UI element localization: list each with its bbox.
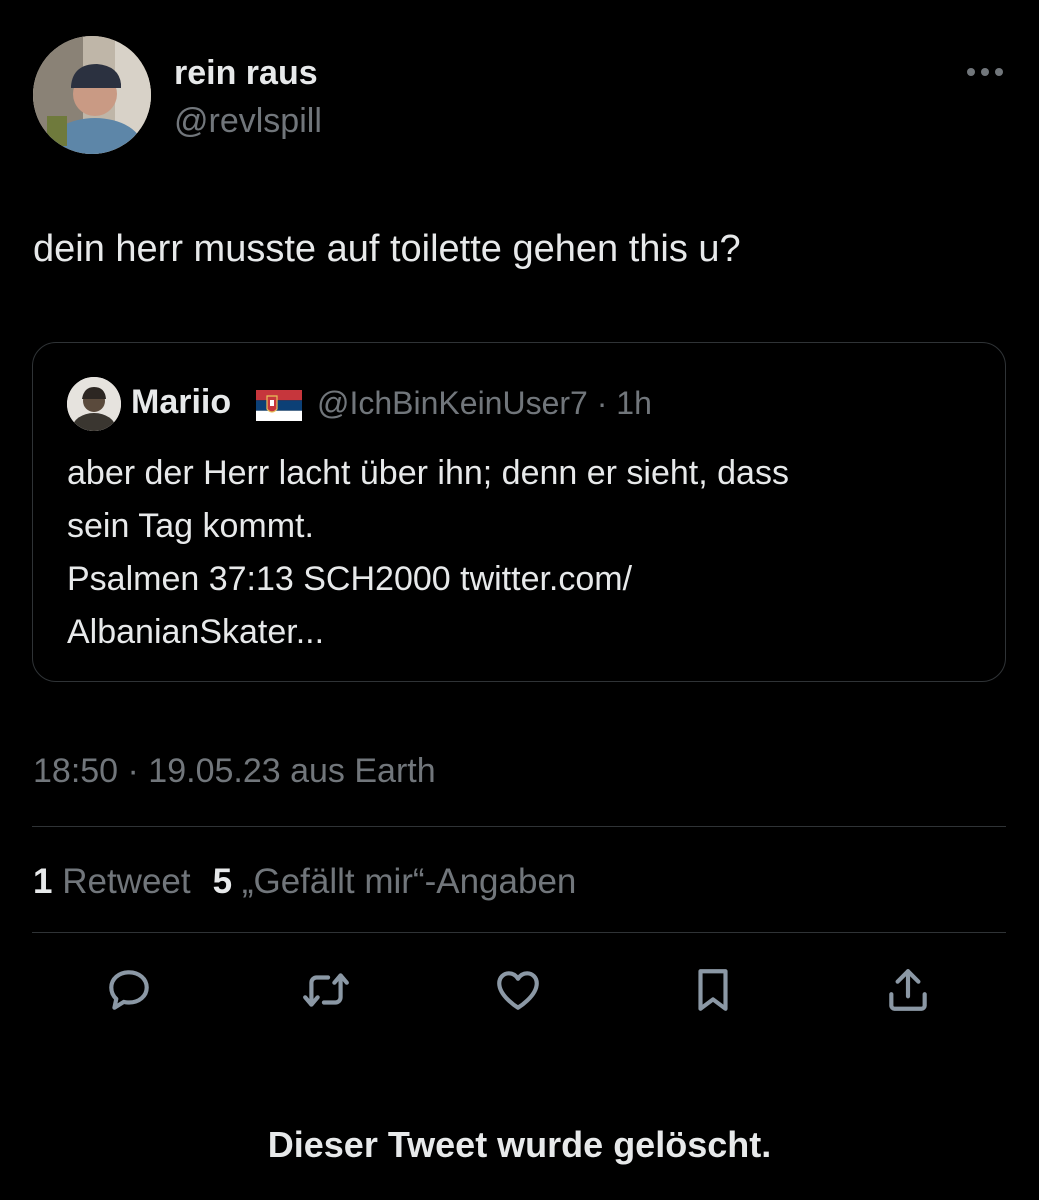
quoted-handle-time: @IchBinKeinUser7 · 1h [317,385,652,421]
like-stat[interactable]: 5 „Gefällt mir“-Angaben [213,862,577,901]
author-handle[interactable]: @revlspill [174,102,322,141]
retweet-label: Retweet [62,862,191,901]
quoted-line[interactable]: Psalmen 37:13 SCH2000 twitter.com/ [67,553,967,606]
author-avatar[interactable] [33,36,151,154]
serbian-flag-icon [256,390,302,421]
action-bar [0,962,1039,1022]
quoted-author-name[interactable]: Mariio [131,383,231,422]
retweet-stat[interactable]: 1 Retweet [33,862,191,901]
tweet-timestamp[interactable]: 18:50 · 19.05.23 aus Earth [33,752,436,791]
share-icon[interactable] [880,962,936,1018]
quoted-line[interactable]: AlbanianSkater... [67,606,967,659]
quoted-tweet-text: aber der Herr lacht über ihn; denn er si… [67,447,967,659]
like-count: 5 [212,862,233,901]
retweet-icon[interactable] [298,962,354,1018]
more-options-icon[interactable] [963,58,1007,86]
like-label: „Gefällt mir“-Angaben [241,862,577,901]
reply-icon[interactable] [101,962,157,1018]
deleted-notice: Dieser Tweet wurde gelöscht. [267,1124,772,1165]
quoted-line: sein Tag kommt. [67,507,314,545]
divider [32,826,1006,827]
like-icon[interactable] [490,962,546,1018]
tweet-header: rein raus @revlspill [33,36,1007,156]
divider [32,932,1006,933]
author-name[interactable]: rein raus [174,54,318,93]
tweet-text: dein herr musste auf toilette gehen this… [33,228,741,270]
engagement-stats: 1 Retweet 5 „Gefällt mir“-Angaben [33,862,576,902]
retweet-count: 1 [33,862,53,901]
quoted-line: aber der Herr lacht über ihn; denn er si… [67,454,789,492]
quoted-author-avatar[interactable] [67,377,121,431]
bookmark-icon[interactable] [685,962,741,1018]
quoted-tweet[interactable]: Mariio @IchBinKeinUser7 · 1h aber der He… [32,342,1006,682]
